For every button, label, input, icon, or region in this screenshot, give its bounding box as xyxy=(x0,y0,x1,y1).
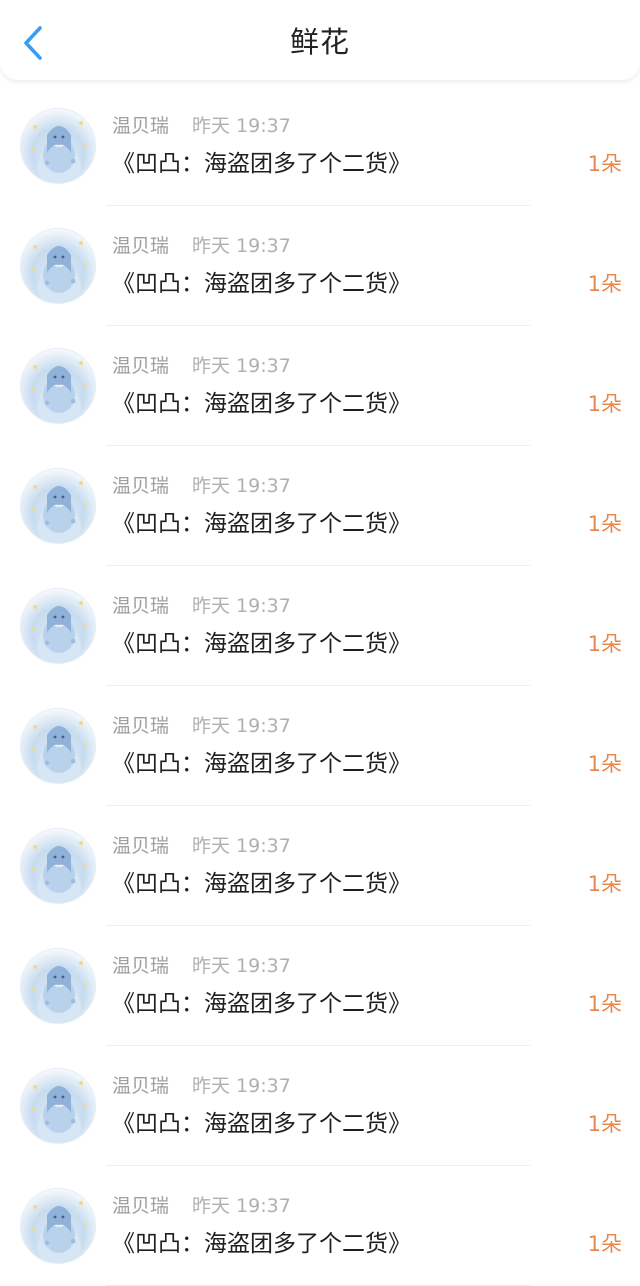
list-item[interactable]: 温贝瑞 昨天 19:37 《凹凸：海盗团多了个二货》 1朵 xyxy=(0,206,640,326)
list-item[interactable]: 温贝瑞 昨天 19:37 《凹凸：海盗团多了个二货》 1朵 xyxy=(0,926,640,1046)
timestamp: 昨天 19:37 xyxy=(192,235,291,257)
work-title: 《凹凸：海盗团多了个二货》 xyxy=(112,1111,411,1137)
flower-count: 1朵 xyxy=(587,392,622,416)
avatar-illustration-icon xyxy=(31,961,87,1023)
sender-name: 温贝瑞 xyxy=(112,955,170,977)
flower-count: 1朵 xyxy=(587,152,622,176)
flower-record-list: 温贝瑞 昨天 19:37 《凹凸：海盗团多了个二货》 1朵 温贝瑞 昨天 19: xyxy=(0,86,640,1286)
work-title: 《凹凸：海盗团多了个二货》 xyxy=(112,271,411,297)
timestamp: 昨天 19:37 xyxy=(192,715,291,737)
list-item[interactable]: 温贝瑞 昨天 19:37 《凹凸：海盗团多了个二货》 1朵 xyxy=(0,86,640,206)
timestamp: 昨天 19:37 xyxy=(192,355,291,377)
work-title: 《凹凸：海盗团多了个二货》 xyxy=(112,991,411,1017)
avatar-illustration-icon xyxy=(31,1081,87,1143)
flower-count: 1朵 xyxy=(587,872,622,896)
timestamp: 昨天 19:37 xyxy=(192,595,291,617)
timestamp: 昨天 19:37 xyxy=(192,955,291,977)
sender-name: 温贝瑞 xyxy=(112,1195,170,1217)
work-title: 《凹凸：海盗团多了个二货》 xyxy=(112,871,411,897)
work-title: 《凹凸：海盗团多了个二货》 xyxy=(112,391,411,417)
sender-name: 温贝瑞 xyxy=(112,835,170,857)
work-title: 《凹凸：海盗团多了个二货》 xyxy=(112,1231,411,1257)
avatar-illustration-icon xyxy=(31,361,87,423)
flower-count: 1朵 xyxy=(587,1232,622,1256)
list-item[interactable]: 温贝瑞 昨天 19:37 《凹凸：海盗团多了个二货》 1朵 xyxy=(0,446,640,566)
sender-name: 温贝瑞 xyxy=(112,235,170,257)
top-navigation-bar: 鲜花 xyxy=(0,0,640,80)
timestamp: 昨天 19:37 xyxy=(192,1075,291,1097)
avatar-illustration-icon xyxy=(31,1201,87,1263)
list-item[interactable]: 温贝瑞 昨天 19:37 《凹凸：海盗团多了个二货》 1朵 xyxy=(0,566,640,686)
avatar[interactable] xyxy=(20,948,96,1024)
timestamp: 昨天 19:37 xyxy=(192,115,291,137)
sender-name: 温贝瑞 xyxy=(112,715,170,737)
avatar[interactable] xyxy=(20,228,96,304)
timestamp: 昨天 19:37 xyxy=(192,1195,291,1217)
flower-count: 1朵 xyxy=(587,632,622,656)
flower-count: 1朵 xyxy=(587,1112,622,1136)
sender-name: 温贝瑞 xyxy=(112,355,170,377)
avatar[interactable] xyxy=(20,348,96,424)
avatar[interactable] xyxy=(20,108,96,184)
work-title: 《凹凸：海盗团多了个二货》 xyxy=(112,751,411,777)
flower-count: 1朵 xyxy=(587,512,622,536)
avatar[interactable] xyxy=(20,1188,96,1264)
flower-count: 1朵 xyxy=(587,752,622,776)
timestamp: 昨天 19:37 xyxy=(192,835,291,857)
work-title: 《凹凸：海盗团多了个二货》 xyxy=(112,631,411,657)
sender-name: 温贝瑞 xyxy=(112,475,170,497)
list-item[interactable]: 温贝瑞 昨天 19:37 《凹凸：海盗团多了个二货》 1朵 xyxy=(0,1166,640,1286)
avatar-illustration-icon xyxy=(31,481,87,543)
avatar-illustration-icon xyxy=(31,121,87,183)
avatar-illustration-icon xyxy=(31,601,87,663)
avatar[interactable] xyxy=(20,1068,96,1144)
work-title: 《凹凸：海盗团多了个二货》 xyxy=(112,511,411,537)
work-title: 《凹凸：海盗团多了个二货》 xyxy=(112,151,411,177)
list-item[interactable]: 温贝瑞 昨天 19:37 《凹凸：海盗团多了个二货》 1朵 xyxy=(0,806,640,926)
timestamp: 昨天 19:37 xyxy=(192,475,291,497)
flower-count: 1朵 xyxy=(587,992,622,1016)
flower-count: 1朵 xyxy=(587,272,622,296)
avatar-illustration-icon xyxy=(31,721,87,783)
avatar[interactable] xyxy=(20,708,96,784)
avatar[interactable] xyxy=(20,468,96,544)
avatar[interactable] xyxy=(20,588,96,664)
avatar-illustration-icon xyxy=(31,841,87,903)
sender-name: 温贝瑞 xyxy=(112,1075,170,1097)
list-item[interactable]: 温贝瑞 昨天 19:37 《凹凸：海盗团多了个二货》 1朵 xyxy=(0,326,640,446)
avatar[interactable] xyxy=(20,828,96,904)
list-item[interactable]: 温贝瑞 昨天 19:37 《凹凸：海盗团多了个二货》 1朵 xyxy=(0,1046,640,1166)
page-title: 鲜花 xyxy=(289,25,350,59)
sender-name: 温贝瑞 xyxy=(112,115,170,137)
sender-name: 温贝瑞 xyxy=(112,595,170,617)
list-item[interactable]: 温贝瑞 昨天 19:37 《凹凸：海盗团多了个二货》 1朵 xyxy=(0,686,640,806)
avatar-illustration-icon xyxy=(31,241,87,303)
